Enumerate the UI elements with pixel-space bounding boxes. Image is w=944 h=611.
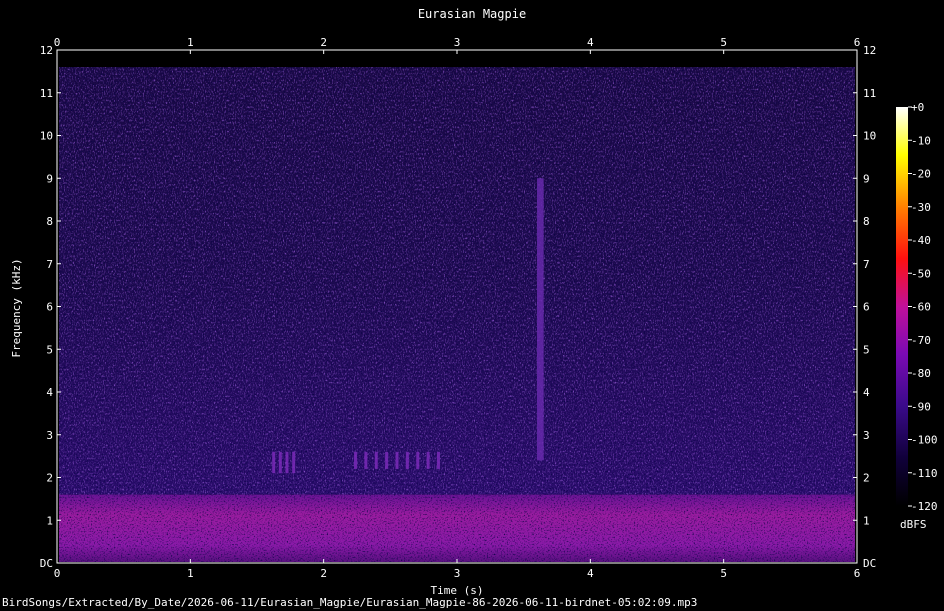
y-tick-label-right: 9 [863, 172, 870, 185]
colorbar-tick-label: -100 [911, 434, 938, 447]
colorbar-tick-label: -60 [911, 301, 931, 314]
y-tick-label-right: 3 [863, 429, 870, 442]
call-stroke [436, 451, 440, 469]
y-tick-label: 2 [46, 472, 53, 485]
x-tick-label-top: 5 [720, 36, 727, 49]
y-tick-label: 11 [40, 87, 53, 100]
y-tick-label-right: 6 [863, 301, 870, 314]
x-tick-label: 4 [587, 567, 594, 580]
colorbar-tick-label: -50 [911, 267, 931, 280]
call-stroke [426, 451, 430, 469]
file-path-caption: BirdSongs/Extracted/By_Date/2026-06-11/E… [2, 596, 697, 609]
call-stroke [272, 451, 276, 474]
y-tick-label: 3 [46, 429, 53, 442]
y-tick-label: 10 [40, 130, 53, 143]
y-tick-label: 8 [46, 215, 53, 228]
x-tick-label-top: 4 [587, 36, 594, 49]
x-tick-label: 5 [720, 567, 727, 580]
y-axis-label: Frequency (kHz) [10, 258, 23, 357]
call-stroke [354, 451, 358, 469]
y-tick-label: DC [40, 557, 53, 570]
x-tick-label-top: 3 [454, 36, 461, 49]
x-tick-label: 6 [854, 567, 861, 580]
y-tick-label-right: 11 [863, 87, 876, 100]
call-stroke [405, 451, 409, 469]
y-tick-label: 1 [46, 514, 53, 527]
y-tick-label: 9 [46, 172, 53, 185]
colorbar-tick-label: -30 [911, 201, 931, 214]
call-stroke [285, 451, 289, 474]
call-stroke [364, 451, 368, 469]
spectrogram-chart: Eurasian Magpie 00112233445566DC DC1 12 23 3… [2, 7, 938, 609]
background-dark-speckle [59, 67, 855, 495]
low-frequency-band-texture [59, 494, 855, 562]
colorbar-tick-label: -10 [911, 134, 931, 147]
y-tick-label-right: 5 [863, 343, 870, 356]
colorbar-tick-label: -70 [911, 334, 931, 347]
x-tick-label-top: 2 [320, 36, 327, 49]
call-stroke [278, 451, 282, 474]
broadband-click-line [537, 178, 544, 461]
x-tick-label: 1 [187, 567, 194, 580]
colorbar-unit-label: dBFS [900, 518, 927, 531]
y-tick-label: 5 [46, 343, 53, 356]
colorbar-tick-label: -120 [911, 500, 938, 513]
y-tick-label: 4 [46, 386, 53, 399]
colorbar-gradient [896, 107, 908, 506]
x-tick-label-top: 6 [854, 36, 861, 49]
colorbar-tick-label: -110 [911, 467, 938, 480]
spectrogram-plot-area [57, 50, 857, 563]
y-tick-label-right: DC [863, 557, 876, 570]
x-tick-label: 2 [320, 567, 327, 580]
y-tick-label-right: 7 [863, 258, 870, 271]
call-stroke [292, 451, 296, 474]
call-cluster-2 [354, 451, 440, 469]
y-tick-label-right: 12 [863, 44, 876, 57]
y-tick-label-right: 1 [863, 514, 870, 527]
call-stroke [385, 451, 389, 469]
y-tick-label-right: 10 [863, 130, 876, 143]
colorbar-tick-label: -40 [911, 234, 931, 247]
y-tick-label-right: 8 [863, 215, 870, 228]
call-stroke [416, 451, 420, 469]
y-tick-label: 6 [46, 301, 53, 314]
x-tick-label-top: 0 [54, 36, 61, 49]
colorbar: +0 -10 -20 -30 -40 -50 -60 -70 -80 -90 -100 -110 -12… [896, 101, 938, 513]
colorbar-tick-label: -80 [911, 367, 931, 380]
x-tick-label: 3 [454, 567, 461, 580]
colorbar-tick-label: -20 [911, 168, 931, 181]
colorbar-tick-label: -90 [911, 400, 931, 413]
y-tick-label-right: 4 [863, 386, 870, 399]
x-tick-label: 0 [54, 567, 61, 580]
chart-title: Eurasian Magpie [418, 7, 526, 21]
call-stroke [395, 451, 399, 469]
y-tick-label: 7 [46, 258, 53, 271]
y-tick-label-right: 2 [863, 472, 870, 485]
colorbar-tick-label: +0 [911, 101, 924, 114]
call-stroke [374, 451, 378, 469]
x-tick-label-top: 1 [187, 36, 194, 49]
y-tick-label: 12 [40, 44, 53, 57]
